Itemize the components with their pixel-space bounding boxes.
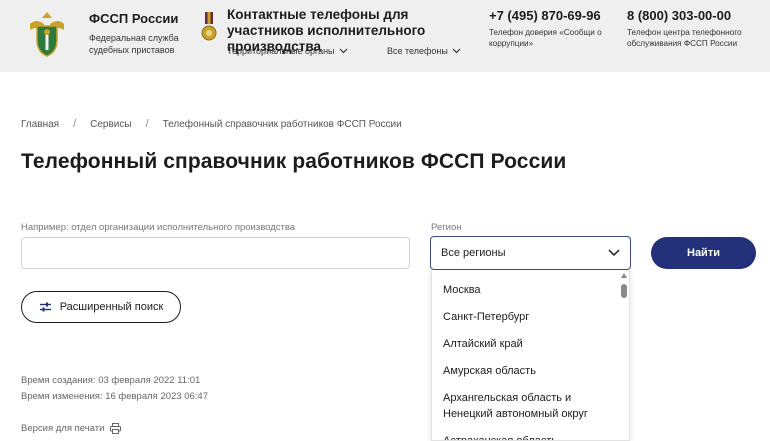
- region-option-moscow[interactable]: Москва: [443, 282, 615, 298]
- sliders-icon: [39, 302, 51, 312]
- territorial-bodies-link[interactable]: Территориальные органы: [227, 46, 348, 56]
- fssp-emblem-icon[interactable]: [26, 10, 68, 58]
- region-option-astrakhan[interactable]: Астраханская область: [443, 433, 615, 440]
- region-select[interactable]: Все регионы: [430, 236, 631, 270]
- breadcrumb-home[interactable]: Главная: [21, 119, 59, 130]
- center-phone-note: Телефон центра телефонного обслуживания …: [627, 28, 742, 48]
- territorial-bodies-label: Территориальные органы: [227, 46, 335, 56]
- breadcrumb-separator: /: [73, 118, 77, 130]
- center-phone[interactable]: 8 (800) 303-00-00: [627, 8, 731, 23]
- modified-time: Время изменения: 16 февраля 2023 06:47: [21, 391, 208, 402]
- breadcrumb: Главная / Сервисы / Телефонный справочни…: [21, 118, 402, 130]
- print-version-link[interactable]: Версия для печати: [21, 423, 122, 434]
- chevron-down-icon: [452, 48, 461, 54]
- dropdown-scrollbar-thumb[interactable]: [621, 284, 627, 298]
- search-input[interactable]: [21, 237, 410, 269]
- region-option-altai[interactable]: Алтайский край: [443, 336, 615, 352]
- region-option-spb[interactable]: Санкт-Петербург: [443, 309, 615, 325]
- region-select-value: Все регионы: [441, 247, 506, 259]
- advanced-search-button[interactable]: Расширенный поиск: [21, 291, 181, 323]
- chevron-down-icon: [608, 249, 620, 257]
- find-button[interactable]: Найти: [651, 237, 756, 269]
- print-version-label: Версия для печати: [21, 423, 105, 434]
- trust-phone[interactable]: +7 (495) 870-69-96: [489, 8, 601, 23]
- breadcrumb-separator: /: [145, 118, 149, 130]
- trust-phone-note: Телефон доверия «Сообщи о коррупции»: [489, 28, 602, 48]
- search-label: Например: отдел организации исполнительн…: [21, 222, 296, 233]
- advanced-search-label: Расширенный поиск: [59, 301, 164, 313]
- printer-icon: [110, 423, 122, 434]
- scroll-up-arrow-icon[interactable]: [621, 273, 627, 278]
- region-label: Регион: [431, 222, 462, 233]
- breadcrumb-current: Телефонный справочник работников ФССП Ро…: [162, 118, 402, 130]
- chevron-down-icon: [339, 48, 347, 54]
- medal-icon: [201, 12, 217, 41]
- created-time: Время создания: 03 февраля 2022 11:01: [21, 375, 201, 386]
- region-option-arkhangelsk[interactable]: Архангельская область и Ненецкий автоном…: [443, 390, 615, 422]
- page-title: Телефонный справочник работников ФССП Ро…: [21, 150, 567, 173]
- brand-subtitle: Федеральная служба судебных приставов: [89, 33, 179, 55]
- region-dropdown-list[interactable]: Москва Санкт-Петербург Алтайский край Ам…: [431, 270, 630, 441]
- all-phones-link[interactable]: Все телефоны: [387, 46, 461, 56]
- breadcrumb-services[interactable]: Сервисы: [90, 119, 131, 130]
- region-option-amur[interactable]: Амурская область: [443, 363, 615, 379]
- all-phones-label: Все телефоны: [387, 46, 448, 56]
- brand-title[interactable]: ФССП России: [89, 11, 178, 26]
- site-header: ФССП России Федеральная служба судебных …: [0, 0, 770, 72]
